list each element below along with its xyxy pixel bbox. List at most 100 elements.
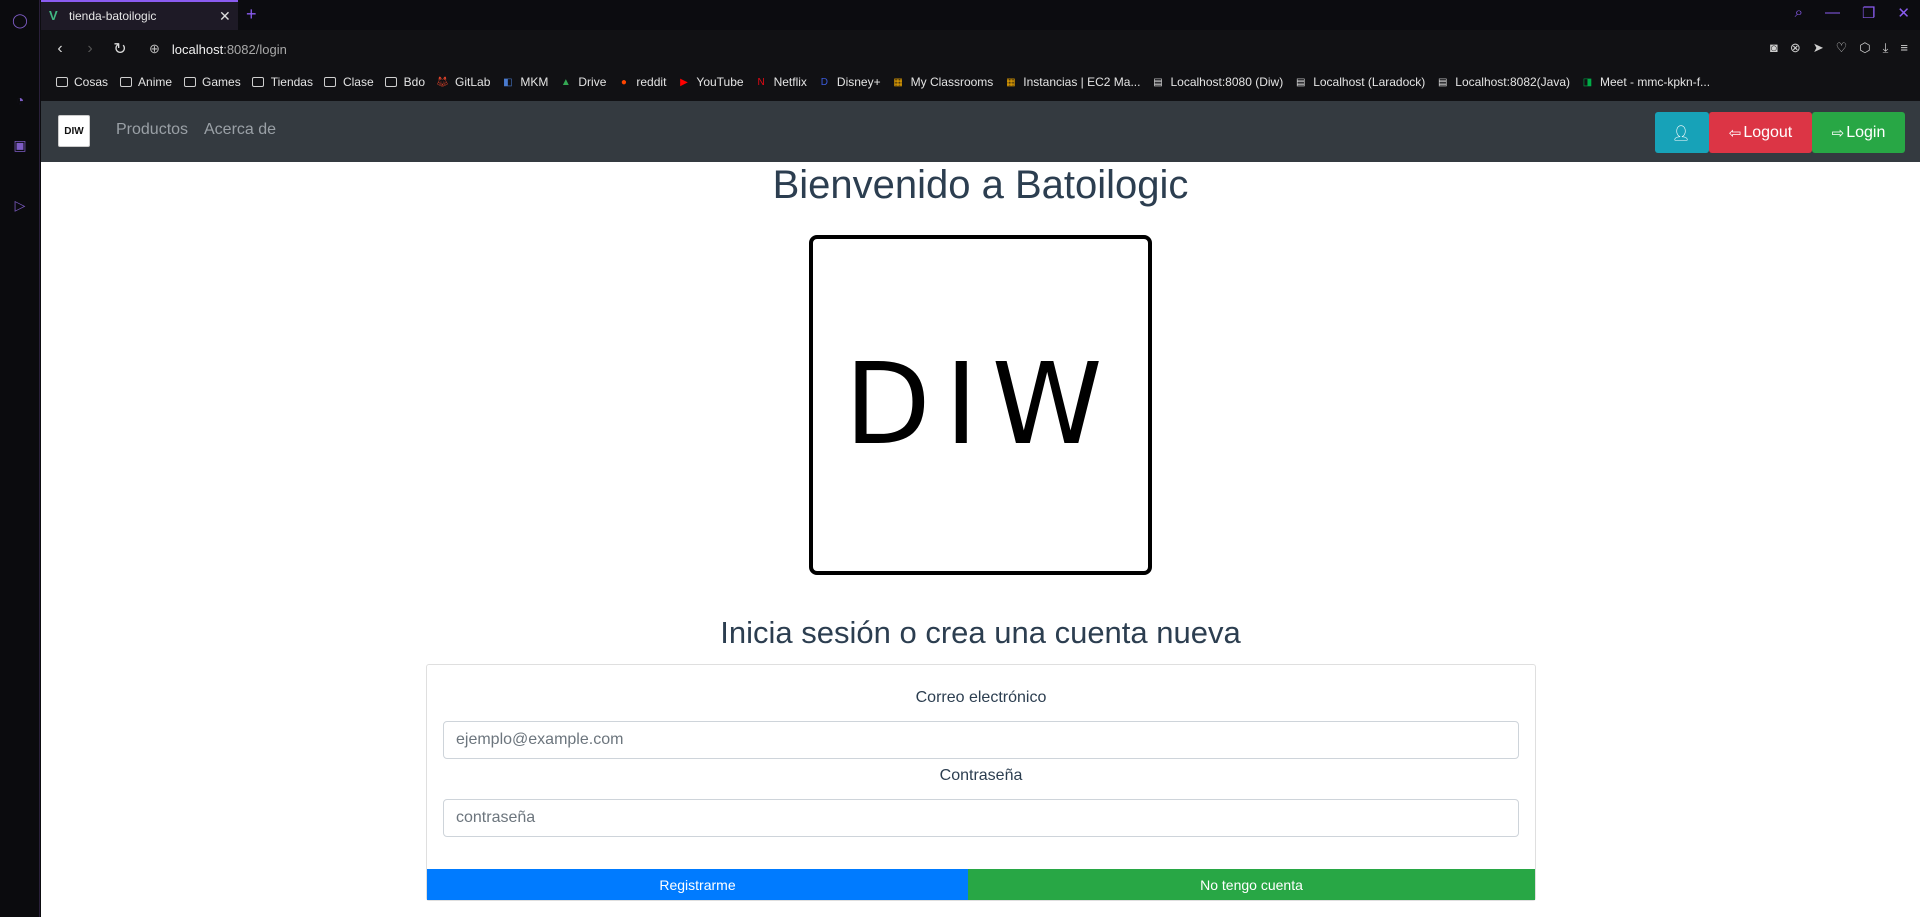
back-icon[interactable]: ‹ (45, 40, 75, 58)
bookmark-label: Localhost:8082(Java) (1455, 75, 1571, 89)
bookmark-label: Instancias | EC2 Ma... (1023, 75, 1141, 89)
bookmark-item[interactable]: ● reddit (617, 75, 667, 89)
vue-icon: V (49, 8, 58, 23)
password-field[interactable] (443, 799, 1519, 837)
folder-icon (183, 76, 196, 89)
bookmark-item[interactable]: ▦ Instancias | EC2 Ma... (1004, 75, 1140, 89)
bookmark-label: Meet - mmc-kpkn-f... (1600, 75, 1711, 89)
bookmark-item[interactable]: ▦ My Classrooms (892, 75, 993, 89)
bookmark-item[interactable]: D Disney+ (818, 75, 881, 89)
folder-icon (55, 76, 68, 89)
bookmark-label: Drive (578, 75, 607, 89)
reload-icon[interactable]: ↻ (105, 39, 135, 59)
login-label: Login (1846, 123, 1886, 141)
twitch-icon[interactable]: ▣ (10, 135, 30, 155)
navbar-actions: 👤︎ ⇦ Logout ⇨ Login (1655, 112, 1905, 153)
tab-active[interactable]: V tienda-batoilogic ✕ (41, 0, 238, 30)
minimize-icon[interactable]: — (1825, 4, 1840, 22)
meet-icon: ◨ (1582, 76, 1593, 88)
folder-icon (324, 76, 337, 89)
gitlab-icon: 🦊︎ (436, 76, 449, 88)
close-window-icon[interactable]: ✕ (1897, 4, 1910, 22)
nav-link-acerca-de[interactable]: Acerca de (204, 121, 276, 139)
camera-icon[interactable]: ◙ (1770, 40, 1778, 56)
login-form: Correo electrónico Contraseña Registrarm… (426, 664, 1536, 901)
url-path: :8082/login (223, 41, 287, 57)
page-viewport: DIW Productos Acerca de 👤︎ ⇦ Logout ⇨ Lo… (41, 101, 1920, 917)
email-label: Correo electrónico (915, 689, 1047, 706)
bookmarks-bar: Cosas Anime Games Tiendas Clase Bdo 🦊︎ GitLab ◧ M… (41, 68, 1920, 96)
page-icon: ▤ (1438, 76, 1448, 88)
user-button[interactable]: 👤︎ (1655, 112, 1709, 153)
browser-chrome: V tienda-batoilogic ✕ + ⌕ — ❐ ✕ ‹ › ↻ ⊕ … (41, 0, 1920, 101)
brand-logo[interactable]: DIW (58, 115, 90, 147)
bookmark-item[interactable]: 🦊︎ GitLab (436, 75, 490, 89)
address-bar: ‹ › ↻ ⊕ localhost:8082/login ◙ ⊗ ➤ ♡ ⬡ ⤓… (41, 30, 1920, 68)
send-icon[interactable]: ➤ (1813, 40, 1824, 56)
logout-label: Logout (1743, 123, 1793, 141)
search-icon[interactable]: ⌕ (1795, 4, 1803, 22)
no-account-button[interactable]: No tengo cuenta (968, 869, 1535, 900)
globe-icon: ⊕ (149, 41, 160, 56)
menu-icon[interactable]: ≡ (1900, 40, 1908, 56)
login-button[interactable]: ⇨ Login (1812, 112, 1905, 153)
reddit-icon: ● (620, 76, 627, 88)
page-icon: ▤ (1295, 76, 1306, 88)
logo-text: DIW (844, 340, 1117, 470)
bookmark-item[interactable]: N Netflix (755, 75, 806, 89)
disney-icon: D (820, 76, 829, 88)
bookmark-item[interactable]: Bdo (385, 75, 425, 89)
netflix-icon: N (757, 76, 765, 88)
bookmark-item[interactable]: Clase (324, 75, 374, 89)
bookmark-item[interactable]: Anime (119, 75, 172, 89)
bookmark-label: GitLab (455, 75, 491, 89)
logout-button[interactable]: ⇦ Logout (1709, 112, 1812, 153)
bookmark-item[interactable]: ▲ Drive (559, 75, 606, 89)
bookmark-label: Localhost (Laradock) (1313, 75, 1426, 89)
bookmark-item[interactable]: ▤ Localhost:8080 (Diw) (1151, 75, 1283, 89)
bookmark-item[interactable]: Cosas (55, 75, 108, 89)
bookmark-label: Games (202, 75, 241, 89)
diw-logo-image: DIW (809, 235, 1152, 575)
url-host: localhost (171, 41, 224, 57)
page-icon: ▤ (1153, 76, 1163, 88)
page-title: Bienvenido a Batoilogic (772, 163, 1189, 207)
url-field[interactable]: ⊕ localhost:8082/login (149, 41, 287, 57)
speed-dial-icon[interactable]: ◔ (10, 90, 30, 110)
download-icon[interactable]: ⤓ (1883, 40, 1889, 56)
browser-sidebar: ◯ ◔ ▣ ▷ (0, 0, 40, 917)
new-tab-button[interactable]: + (246, 4, 257, 25)
bookmark-label: Clase (342, 75, 374, 89)
tab-title: tienda-batoilogic (69, 9, 157, 23)
adblock-icon[interactable]: ⊗ (1790, 40, 1801, 56)
password-label: Contraseña (939, 767, 1023, 784)
bookmark-item[interactable]: ◨ Meet - mmc-kpkn-f... (1581, 75, 1710, 89)
youtube-icon: ▶ (680, 76, 688, 88)
folder-icon (119, 76, 132, 89)
close-icon[interactable]: ✕ (219, 8, 231, 25)
opera-logo-icon[interactable]: ◯ (10, 10, 30, 30)
player-icon[interactable]: ▷ (10, 195, 30, 215)
box-icon: ▦ (893, 76, 903, 88)
login-subtitle: Inicia sesión o crea una cuenta nueva (720, 615, 1241, 650)
form-actions: Registrarme No tengo cuenta (427, 869, 1535, 900)
bookmark-label: Disney+ (836, 75, 881, 89)
bookmark-item[interactable]: ▶ YouTube (677, 75, 744, 89)
tab-bar: V tienda-batoilogic ✕ + ⌕ — ❐ ✕ (41, 0, 1920, 30)
logout-icon: ⇦ (1728, 124, 1742, 142)
bookmark-item[interactable]: ▤ Localhost:8082(Java) (1436, 75, 1570, 89)
cube-icon[interactable]: ⬡ (1859, 40, 1870, 56)
bookmark-item[interactable]: ▤ Localhost (Laradock) (1294, 75, 1425, 89)
bookmark-item[interactable]: Tiendas (252, 75, 313, 89)
nav-link-productos[interactable]: Productos (116, 121, 188, 139)
bookmark-item[interactable]: Games (183, 75, 241, 89)
forward-icon[interactable]: › (75, 40, 105, 58)
bookmark-item[interactable]: ◧ MKM (501, 75, 548, 89)
email-field[interactable] (443, 721, 1519, 759)
folder-icon (385, 76, 398, 89)
bookmark-label: Cosas (74, 75, 109, 89)
drive-icon: ▲ (560, 76, 571, 88)
restore-icon[interactable]: ❐ (1862, 4, 1875, 22)
register-button[interactable]: Registrarme (427, 869, 968, 900)
heart-icon[interactable]: ♡ (1836, 40, 1848, 56)
